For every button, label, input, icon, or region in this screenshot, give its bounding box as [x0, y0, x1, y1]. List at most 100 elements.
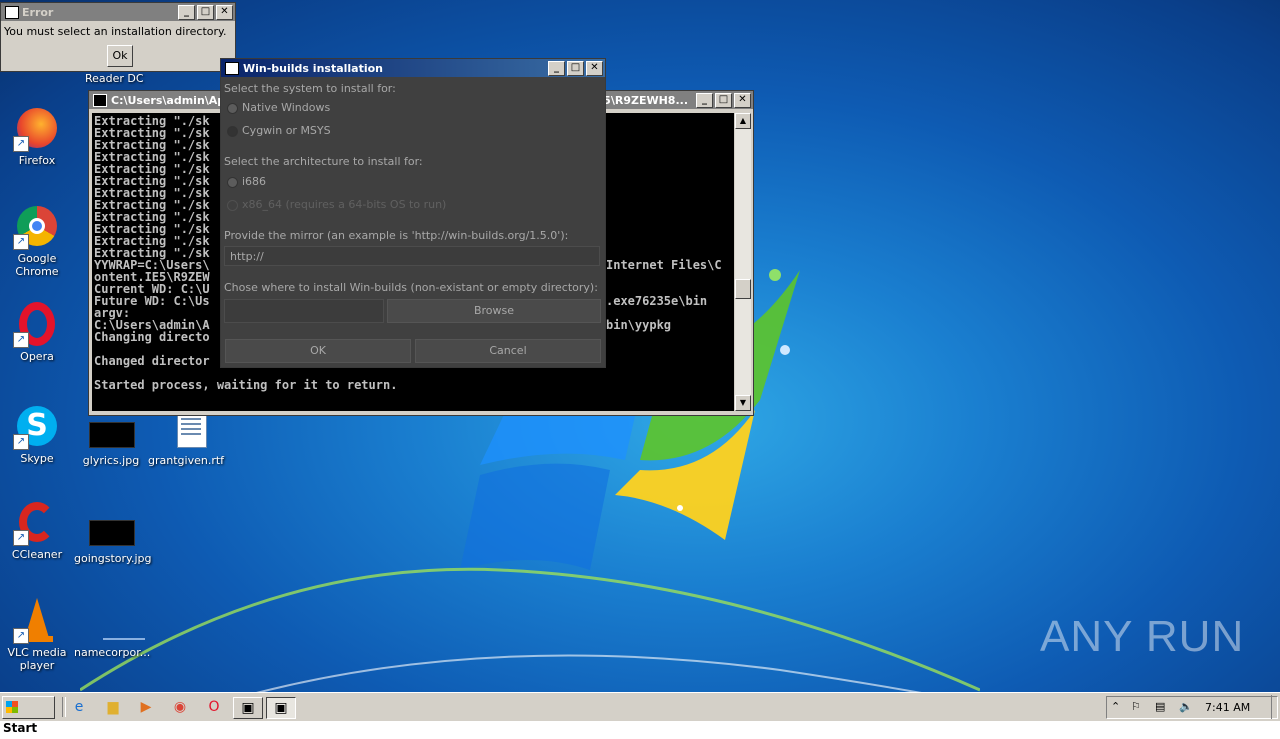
close-button[interactable]: ✕: [216, 4, 233, 20]
desktop-icon-firefox[interactable]: ↗ Firefox: [0, 104, 74, 167]
show-desktop-button[interactable]: [1271, 695, 1280, 719]
maximize-button[interactable]: □: [567, 60, 584, 76]
taskbar-window-cmd[interactable]: ▣: [233, 697, 263, 719]
volume-icon[interactable]: 🔈: [1179, 700, 1193, 713]
start-button[interactable]: Start: [2, 696, 55, 735]
shortcut-arrow-icon: ↗: [13, 530, 29, 546]
file-icon: [87, 612, 145, 644]
desktop-icon-label: namecorpor...: [74, 646, 151, 659]
error-ok-button[interactable]: Ok: [107, 45, 133, 67]
console-line: .exe76235e\bin: [606, 294, 708, 308]
skype-icon: S ↗: [13, 402, 61, 450]
chrome-icon: ↗: [13, 202, 61, 250]
media-player-icon[interactable]: ▶: [135, 697, 157, 717]
radio-label: x86_64 (requires a 64-bits OS to run): [242, 198, 447, 211]
desktop-icon-ccleaner[interactable]: ↗ CCleaner: [0, 498, 74, 561]
opera-icon: ↗: [13, 300, 61, 348]
radio-label: i686: [242, 175, 267, 188]
scroll-thumb[interactable]: [735, 279, 751, 299]
watermark-text: ANY RUN: [1040, 612, 1245, 661]
close-button[interactable]: ✕: [734, 92, 751, 108]
error-dialog: Error _ □ ✕ You must select an installat…: [0, 2, 236, 72]
vlc-cone-icon: ↗: [13, 596, 61, 644]
start-label: Start: [3, 721, 38, 735]
radio-cygwin-msys[interactable]: Cygwin or MSYS: [227, 124, 331, 137]
clock[interactable]: 7:41 AM: [1205, 701, 1250, 714]
radio-label: Native Windows: [242, 101, 331, 114]
radio-button[interactable]: [227, 199, 238, 211]
windows-logo-icon: [6, 701, 18, 713]
error-message: You must select an installation director…: [4, 25, 227, 38]
desktop-icon-opera[interactable]: ↗ Opera: [0, 300, 74, 363]
directory-input[interactable]: [224, 299, 384, 323]
console-line: Started process, waiting for it to retur…: [94, 378, 398, 392]
radio-button[interactable]: [227, 102, 238, 114]
desktop-icon-goingstory[interactable]: goingstory.jpg: [74, 516, 151, 565]
scroll-up-button[interactable]: ▲: [735, 113, 751, 129]
network-icon[interactable]: ▤: [1155, 700, 1165, 713]
cancel-button[interactable]: Cancel: [415, 339, 601, 363]
shortcut-arrow-icon: ↗: [13, 234, 29, 250]
mirror-label: Provide the mirror (an example is 'http:…: [224, 229, 569, 242]
anyrun-watermark: ANY RUN: [1040, 612, 1244, 662]
radio-i686[interactable]: i686: [227, 175, 266, 188]
error-title: Error: [22, 5, 54, 19]
partial-icon-label: Reader DC: [85, 72, 144, 85]
console-line: Internet Files\C: [606, 258, 722, 272]
radio-x86-64[interactable]: x86_64 (requires a 64-bits OS to run): [227, 198, 446, 211]
opera-taskbar-icon[interactable]: O: [203, 697, 225, 717]
desktop-icon-label: Skype: [20, 452, 54, 465]
maximize-button[interactable]: □: [715, 92, 732, 108]
folder-icon[interactable]: ▆: [102, 697, 124, 717]
installer-titlebar[interactable]: Win-builds installation _ □ ✕: [221, 59, 605, 77]
arch-label: Select the architecture to install for:: [224, 155, 423, 168]
desktop-icon-label: Firefox: [18, 154, 56, 167]
radio-button[interactable]: [227, 176, 238, 188]
desktop-icon-label: glyrics.jpg: [82, 454, 140, 467]
taskbar-separator: [62, 697, 66, 717]
minimize-button[interactable]: _: [696, 92, 713, 108]
close-button[interactable]: ✕: [586, 60, 603, 76]
ccleaner-icon: ↗: [13, 498, 61, 546]
cmd-title-right: IE5\R9ZEWH8...: [591, 93, 688, 107]
installer-title: Win-builds installation: [243, 61, 384, 75]
action-center-flag-icon[interactable]: ⚐: [1131, 700, 1141, 713]
dir-label: Chose where to install Win-builds (non-e…: [224, 281, 598, 294]
desktop-icon-vlc[interactable]: ↗ VLC media player: [0, 596, 74, 672]
ok-button[interactable]: OK: [225, 339, 411, 363]
show-hidden-icons-icon[interactable]: ⌃: [1111, 700, 1120, 713]
desktop-icon-glyrics[interactable]: glyrics.jpg: [74, 418, 148, 467]
system-label: Select the system to install for:: [224, 82, 396, 95]
minimize-button[interactable]: _: [548, 60, 565, 76]
shortcut-arrow-icon: ↗: [13, 332, 29, 348]
shortcut-arrow-icon: ↗: [13, 136, 29, 152]
radio-button[interactable]: [227, 125, 238, 137]
error-titlebar[interactable]: Error _ □ ✕: [1, 3, 235, 21]
minimize-button[interactable]: _: [178, 4, 195, 20]
jpg-file-icon: [87, 518, 135, 550]
console-line: bin\yypkg: [606, 318, 672, 332]
chrome-taskbar-icon[interactable]: ◉: [169, 697, 191, 717]
wallpaper-swoosh: [80, 567, 980, 692]
maximize-button[interactable]: □: [197, 4, 214, 20]
desktop-icon-skype[interactable]: S ↗ Skype: [0, 402, 74, 465]
desktop-icon-label: VLC media player: [7, 646, 67, 672]
scroll-down-button[interactable]: ▼: [735, 395, 751, 411]
taskbar: Start e ▆ ▶ ◉ O ▣ ▣ ⌃ ⚐ ▤ 🔈 7:41 AM: [0, 692, 1280, 735]
vertical-scrollbar[interactable]: ▲ ▼: [735, 113, 751, 411]
installer-window: Win-builds installation _ □ ✕ Select the…: [220, 58, 606, 368]
app-icon: [225, 61, 239, 75]
jpg-file-icon: [87, 420, 135, 452]
taskbar-window-installer[interactable]: ▣: [266, 697, 296, 719]
mirror-input[interactable]: http://: [224, 246, 600, 266]
browse-button[interactable]: Browse: [387, 299, 601, 323]
desktop-icon-label: Google Chrome: [15, 252, 59, 278]
radio-native-windows[interactable]: Native Windows: [227, 101, 330, 114]
shortcut-arrow-icon: ↗: [13, 628, 29, 644]
cmd-title: C:\Users\admin\Ap: [111, 93, 226, 107]
desktop-icon-namecorpor[interactable]: namecorpor...: [74, 612, 151, 659]
desktop-icon-chrome[interactable]: ↗ Google Chrome: [0, 202, 74, 278]
ie-icon[interactable]: e: [68, 697, 90, 717]
app-icon: [5, 5, 19, 19]
desktop-icon-label: grantgiven.rtf: [148, 454, 225, 467]
